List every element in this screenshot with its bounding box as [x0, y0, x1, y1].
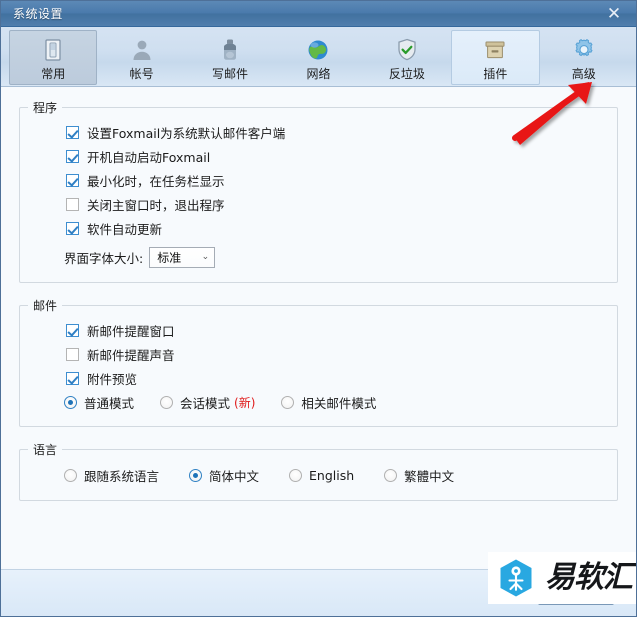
- radio-related-mail-mode[interactable]: 相关邮件模式: [281, 393, 376, 412]
- mail-mode-radio-group: 普通模式 会话模式 (新) 相关邮件模式: [20, 390, 617, 414]
- tab-general-label: 常用: [41, 66, 66, 81]
- mail-group: 邮件 新邮件提醒窗口 新邮件提醒声音 附件预览 普通模式 会话模式 (新) 相关…: [19, 297, 618, 427]
- program-group-legend: 程序: [33, 101, 58, 115]
- radio-follow-system-indicator[interactable]: [64, 468, 77, 482]
- tab-general[interactable]: 常用: [9, 30, 98, 85]
- checkbox-default-client[interactable]: [66, 125, 79, 139]
- option-row[interactable]: 开机自动启动Foxmail: [20, 144, 617, 168]
- tab-compose-label: 写邮件: [212, 66, 249, 81]
- radio-simplified-chinese-indicator[interactable]: [189, 468, 203, 482]
- compose-icon: [217, 35, 243, 65]
- tab-plugin[interactable]: 插件: [451, 30, 540, 85]
- font-size-value: 标准: [157, 250, 182, 265]
- system-settings-dialog: 系统设置 ✕ 常用 帐号 写邮件 网络 反垃圾 插件 高级 程序 设置Foxma…: [0, 0, 637, 617]
- checkbox-new-mail-popup-label: 新邮件提醒窗口: [87, 323, 175, 339]
- checkbox-new-mail-popup[interactable]: [66, 323, 79, 337]
- general-icon: [40, 35, 66, 65]
- radio-english[interactable]: English: [289, 468, 354, 483]
- program-group: 程序 设置Foxmail为系统默认邮件客户端 开机自动启动Foxmail 最小化…: [19, 99, 618, 283]
- checkbox-new-mail-sound[interactable]: [66, 347, 79, 361]
- font-size-select[interactable]: 标准 ⌄: [149, 246, 216, 268]
- advanced-icon: [571, 35, 597, 65]
- option-row[interactable]: 新邮件提醒声音: [20, 342, 617, 366]
- option-row[interactable]: 最小化时，在任务栏显示: [20, 168, 617, 192]
- checkbox-exit-on-close-label: 关闭主窗口时，退出程序: [87, 197, 225, 213]
- tab-compose[interactable]: 写邮件: [186, 30, 274, 85]
- option-row[interactable]: 软件自动更新: [20, 216, 617, 240]
- radio-conversation-mode-indicator[interactable]: [160, 395, 174, 409]
- network-icon: [305, 35, 331, 65]
- radio-simplified-chinese-label: 简体中文: [209, 468, 260, 484]
- radio-normal-mode-label: 普通模式: [84, 395, 135, 411]
- tab-network-label: 网络: [306, 66, 331, 81]
- tab-account[interactable]: 帐号: [97, 30, 185, 85]
- radio-traditional-chinese-indicator[interactable]: [384, 468, 398, 482]
- checkbox-minimize-tray[interactable]: [66, 173, 79, 187]
- tab-antispam-label: 反垃圾: [388, 66, 425, 81]
- checkbox-auto-update-label: 软件自动更新: [87, 221, 163, 237]
- plugin-icon: [482, 35, 508, 65]
- font-size-label: 界面字体大小:: [64, 250, 144, 266]
- new-badge: (新): [234, 395, 256, 410]
- settings-toolbar: 常用 帐号 写邮件 网络 反垃圾 插件 高级: [1, 27, 636, 87]
- tab-network[interactable]: 网络: [274, 30, 362, 85]
- chevron-down-icon: ⌄: [201, 251, 210, 262]
- tab-account-label: 帐号: [129, 66, 154, 81]
- title-bar: 系统设置 ✕: [1, 1, 636, 27]
- checkbox-autostart[interactable]: [66, 149, 79, 163]
- radio-english-indicator[interactable]: [289, 468, 303, 482]
- close-icon[interactable]: ✕: [592, 1, 636, 26]
- radio-conversation-mode[interactable]: 会话模式 (新): [160, 393, 255, 412]
- tab-advanced[interactable]: 高级: [540, 30, 628, 85]
- option-row[interactable]: 附件预览: [20, 366, 617, 390]
- language-group: 语言 跟随系统语言 简体中文 English 繁體中文: [19, 441, 618, 501]
- radio-english-label: English: [309, 467, 355, 483]
- font-size-row: 界面字体大小: 标准 ⌄: [20, 244, 617, 270]
- option-row[interactable]: 新邮件提醒窗口: [20, 318, 617, 342]
- option-row[interactable]: 设置Foxmail为系统默认邮件客户端: [20, 120, 617, 144]
- radio-normal-mode[interactable]: 普通模式: [64, 393, 134, 412]
- radio-related-mail-mode-indicator[interactable]: [281, 395, 295, 409]
- radio-traditional-chinese-label: 繁體中文: [404, 468, 455, 484]
- tab-antispam[interactable]: 反垃圾: [363, 30, 451, 85]
- radio-normal-mode-indicator[interactable]: [64, 395, 77, 409]
- mail-group-legend: 邮件: [33, 299, 58, 313]
- tab-plugin-label: 插件: [483, 66, 508, 81]
- radio-follow-system[interactable]: 跟随系统语言: [64, 466, 159, 485]
- checkbox-exit-on-close[interactable]: [66, 197, 79, 211]
- dialog-footer: 确定: [1, 569, 636, 616]
- checkbox-attachment-preview[interactable]: [66, 371, 79, 385]
- language-radio-group: 跟随系统语言 简体中文 English 繁體中文: [20, 462, 617, 488]
- language-group-legend: 语言: [33, 443, 58, 457]
- window-title: 系统设置: [13, 7, 64, 21]
- checkbox-attachment-preview-label: 附件预览: [87, 371, 138, 387]
- checkbox-default-client-label: 设置Foxmail为系统默认邮件客户端: [87, 125, 286, 141]
- settings-content: 程序 设置Foxmail为系统默认邮件客户端 开机自动启动Foxmail 最小化…: [1, 87, 636, 567]
- radio-follow-system-label: 跟随系统语言: [84, 468, 160, 484]
- checkbox-autostart-label: 开机自动启动Foxmail: [87, 149, 211, 165]
- radio-traditional-chinese[interactable]: 繁體中文: [384, 466, 454, 485]
- radio-simplified-chinese[interactable]: 简体中文: [189, 466, 259, 485]
- option-row[interactable]: 关闭主窗口时，退出程序: [20, 192, 617, 216]
- checkbox-minimize-tray-label: 最小化时，在任务栏显示: [87, 173, 225, 189]
- radio-related-mail-mode-label: 相关邮件模式: [301, 395, 377, 411]
- checkbox-auto-update[interactable]: [66, 221, 79, 235]
- ok-button[interactable]: 确定: [538, 581, 614, 605]
- antispam-icon: [394, 35, 420, 65]
- checkbox-new-mail-sound-label: 新邮件提醒声音: [87, 347, 175, 363]
- account-icon: [129, 35, 155, 65]
- radio-conversation-mode-label: 会话模式: [180, 395, 231, 411]
- tab-advanced-label: 高级: [571, 66, 596, 81]
